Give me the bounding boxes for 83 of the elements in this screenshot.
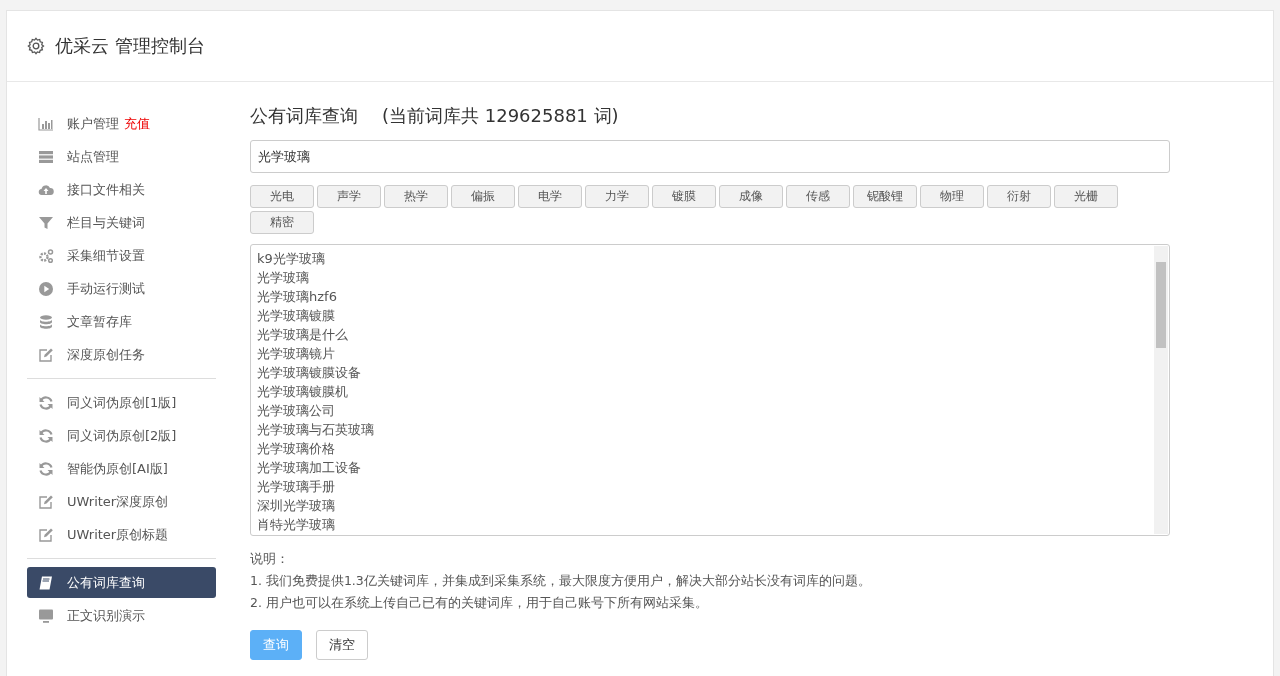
result-item: 光学玻璃与石英玻璃 [257, 421, 375, 439]
result-item: 光学玻璃镀膜 [257, 307, 336, 325]
monitor-icon [37, 607, 55, 624]
sidebar-item-label: 公有词库查询 [67, 573, 145, 592]
result-item: 深圳光学玻璃 [257, 497, 336, 515]
sidebar-item[interactable]: 接口文件相关 [27, 174, 216, 205]
sidebar-item[interactable]: 站点管理 [27, 141, 216, 172]
search-field[interactable]: 光学玻璃 [250, 140, 1170, 173]
result-item: 光学玻璃镀膜机 [257, 383, 349, 401]
tag-button[interactable]: 铌酸锂 [853, 185, 917, 208]
sidebar-item-label: 采集细节设置 [67, 246, 145, 265]
result-item: 光学玻璃加工设备 [257, 459, 362, 477]
edit-icon [37, 346, 55, 363]
server-icon [37, 148, 55, 165]
result-item: k9光学玻璃 [257, 250, 326, 268]
sidebar-item-label: 同义词伪原创[1版] [67, 393, 177, 412]
edit-icon [37, 526, 55, 543]
tag-button[interactable]: 声学 [317, 185, 381, 208]
sidebar-item[interactable]: 栏目与关键词 [27, 207, 216, 238]
note-text: 说明： [250, 550, 290, 568]
tag-button[interactable]: 热学 [384, 185, 448, 208]
refresh-icon [37, 460, 55, 477]
refresh-icon [37, 427, 55, 444]
note-text: 1. 我们免费提供1.3亿关键词库，并集成到采集系统，最大限度方便用户，解决大部分站长没有词库的问题。 [250, 572, 872, 590]
sidebar-item[interactable]: 同义词伪原创[2版] [27, 420, 216, 451]
result-item: 光学玻璃是什么 [257, 326, 349, 344]
sidebar-item-label: 接口文件相关 [67, 180, 145, 199]
tag-button[interactable]: 偏振 [451, 185, 515, 208]
note-text: 2. 用户也可以在系统上传自己已有的关键词库，用于自己账号下所有网站采集。 [250, 594, 709, 612]
results-list[interactable]: k9光学玻璃 光学玻璃 光学玻璃hzf6 光学玻璃镀膜 光学玻璃是什么 光学玻璃镜片 光学玻璃镀膜设备 光学玻璃镀膜机 光学玻璃公司 光学玻璃与石英玻璃 光学玻璃价格 光学玻璃加工设备 光学玻璃手册 深圳光学玻璃 肖特光学玻璃 [250, 244, 1170, 536]
sidebar-item-label: 账户管理 充值 [67, 114, 150, 133]
result-item: 光学玻璃镜片 [257, 345, 336, 363]
play-circle-icon [37, 280, 55, 297]
filter-icon [37, 214, 55, 231]
tag-button[interactable]: 物理 [920, 185, 984, 208]
sidebar-item-label: 同义词伪原创[2版] [67, 426, 177, 445]
tag-button[interactable]: 传感 [786, 185, 850, 208]
console-title: 优采云 管理控制台 [55, 34, 205, 58]
sidebar-item-label: 正文识别演示 [67, 606, 145, 625]
result-item: 光学玻璃hzf6 [257, 288, 338, 306]
page-title: 公有词库查询 [250, 104, 358, 128]
tag-button[interactable]: 镀膜 [652, 185, 716, 208]
scrollbar[interactable] [1154, 246, 1168, 534]
tag-button[interactable]: 成像 [719, 185, 783, 208]
sidebar-item[interactable]: 同义词伪原创[1版] [27, 387, 216, 418]
sidebar-item[interactable]: 账户管理 充值 [27, 108, 216, 139]
sidebar-item-label: 站点管理 [67, 147, 119, 166]
settings-icon [27, 37, 45, 55]
tag-button[interactable]: 光电 [250, 185, 314, 208]
result-item: 光学玻璃镀膜设备 [257, 364, 362, 382]
result-item: 肖特光学玻璃 [257, 516, 336, 534]
sidebar-item-label: 手动运行测试 [67, 279, 145, 298]
sidebar-item-label: 文章暂存库 [67, 312, 132, 331]
bar-chart-icon [37, 115, 55, 132]
sidebar-item-label: 智能伪原创[AI版] [67, 459, 168, 478]
sidebar-item-label: 深度原创任务 [67, 345, 145, 364]
clear-button[interactable]: 清空 [316, 630, 368, 660]
tag-button[interactable]: 衍射 [987, 185, 1051, 208]
sidebar-item[interactable]: 智能伪原创[AI版] [27, 453, 216, 484]
result-item: 光学玻璃公司 [257, 402, 336, 420]
tag-button[interactable]: 电学 [518, 185, 582, 208]
tag-button[interactable]: 光栅 [1054, 185, 1118, 208]
sidebar-item[interactable]: UWriter深度原创 [27, 486, 216, 517]
tag-button[interactable]: 精密 [250, 211, 314, 234]
sidebar-item[interactable]: 正文识别演示 [27, 600, 216, 631]
book-icon [37, 574, 55, 591]
sidebar-item[interactable]: 手动运行测试 [27, 273, 216, 304]
database-icon [37, 313, 55, 330]
tag-button[interactable]: 力学 [585, 185, 649, 208]
sidebar-item[interactable]: UWriter原创标题 [27, 519, 216, 550]
sidebar-item[interactable]: 公有词库查询 [27, 567, 216, 598]
result-item: 光学玻璃 [257, 269, 310, 287]
edit-icon [37, 493, 55, 510]
result-item: 光学玻璃价格 [257, 440, 336, 458]
sidebar-item-label: UWriter深度原创 [67, 492, 169, 511]
word-count: (当前词库共 129625881 词) [382, 104, 619, 128]
sidebar-item[interactable]: 深度原创任务 [27, 339, 216, 370]
result-item: 光学玻璃手册 [257, 478, 336, 496]
sidebar-item-label: UWriter原创标题 [67, 525, 169, 544]
refresh-icon [37, 394, 55, 411]
sidebar-item-label: 栏目与关键词 [67, 213, 145, 232]
sidebar-item[interactable]: 文章暂存库 [27, 306, 216, 337]
sidebar-item[interactable]: 采集细节设置 [27, 240, 216, 271]
